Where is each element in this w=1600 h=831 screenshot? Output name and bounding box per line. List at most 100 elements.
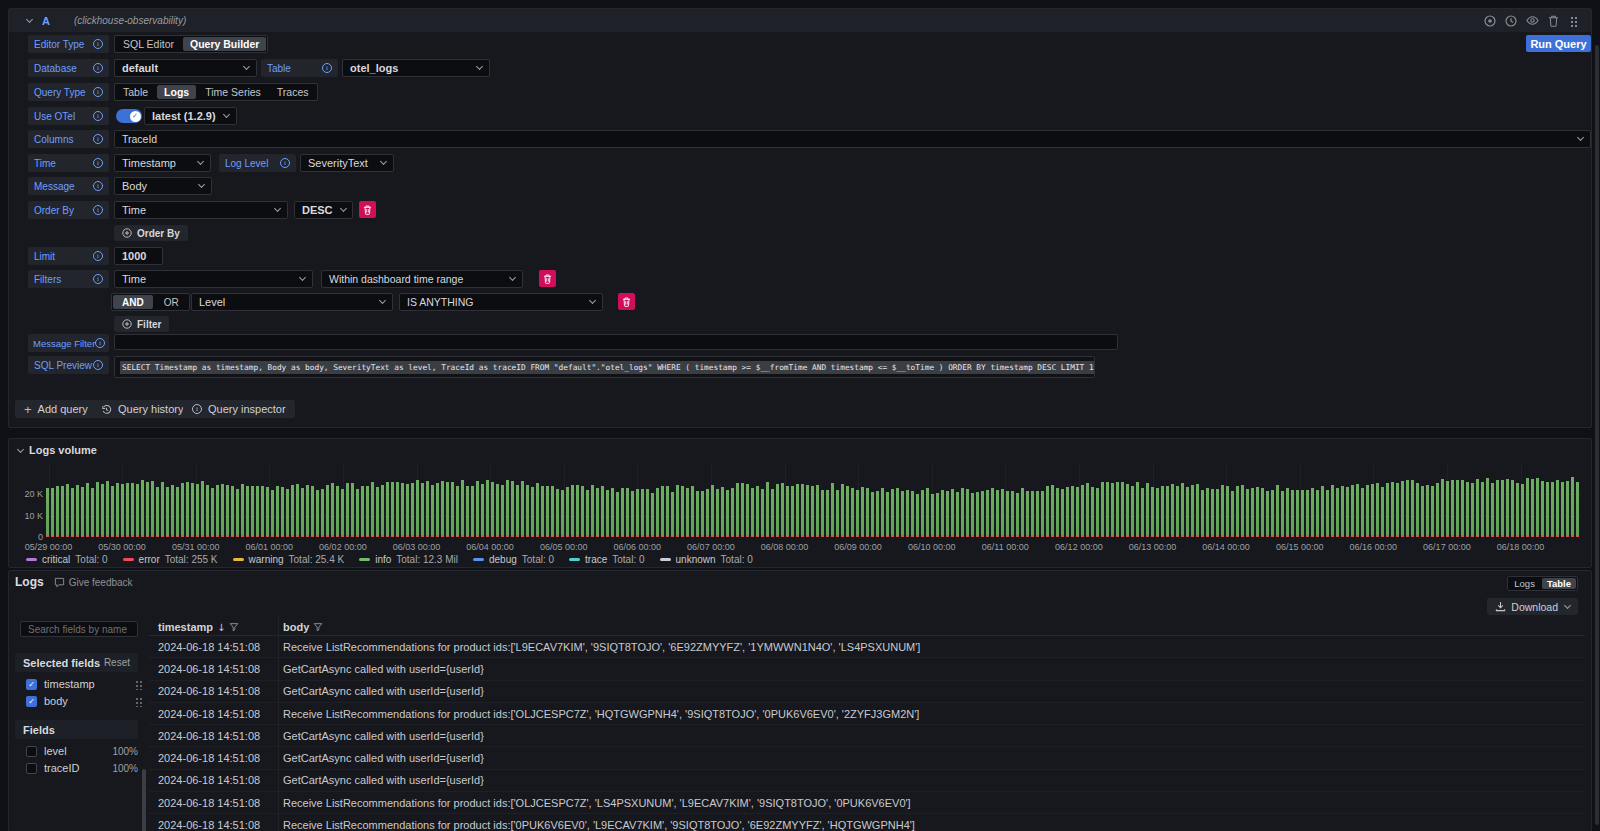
log-table-row[interactable]: 2024-06-18 14:51:08GetCartAsync called w… (149, 681, 1585, 703)
info-icon[interactable]: i (93, 39, 103, 49)
query-type-option-traces[interactable]: Traces (270, 85, 316, 99)
column-header-body[interactable]: body (283, 621, 309, 633)
query-type-option-table[interactable]: Table (116, 85, 155, 99)
field-level[interactable]: level100% (26, 745, 138, 757)
database-select[interactable]: default (114, 59, 257, 77)
message-filter-input[interactable] (114, 334, 1118, 350)
collapse-chevron-icon[interactable] (26, 16, 33, 23)
info-icon[interactable]: i (322, 63, 332, 73)
filter1-field-select[interactable]: Time (114, 270, 313, 288)
log-level-select[interactable]: SeverityText (300, 154, 394, 172)
remove-filter2-button[interactable] (618, 293, 635, 310)
add-filter-button[interactable]: Filter (114, 316, 169, 332)
selected-field-timestamp[interactable]: ✓timestamp (26, 678, 143, 690)
log-table-row[interactable]: 2024-06-18 14:51:08GetCartAsync called w… (149, 658, 1585, 680)
log-table-row[interactable]: 2024-06-18 14:51:08Receive ListRecommend… (149, 636, 1585, 658)
download-button[interactable]: Download (1487, 598, 1578, 615)
run-query-button[interactable]: Run Query (1526, 35, 1591, 52)
logs-volume-panel: Logs volume 010 K20 K05/29 00:0005/30 00… (8, 438, 1592, 568)
chevron-down-icon (223, 111, 230, 118)
filter-icon[interactable] (229, 622, 239, 632)
info-icon[interactable]: i (93, 360, 103, 370)
drag-handle-icon[interactable] (1567, 14, 1581, 28)
log-body-cell: GetCartAsync called with userId={userId} (278, 685, 484, 697)
legend-item-unknown[interactable]: unknownTotal: 0 (660, 554, 753, 565)
time-column-select[interactable]: Timestamp (114, 154, 211, 172)
legend-item-critical[interactable]: criticalTotal: 0 (26, 554, 108, 565)
sort-desc-icon[interactable]: ↓ (217, 622, 225, 633)
legend-item-warning[interactable]: warningTotal: 25.4 K (233, 554, 345, 565)
column-header-timestamp[interactable]: timestamp (158, 621, 213, 633)
history-icon[interactable] (1504, 14, 1518, 28)
eye-icon[interactable] (1525, 14, 1539, 28)
use-otel-toggle[interactable]: ✓ (116, 109, 142, 123)
drag-handle-icon[interactable] (135, 696, 143, 707)
columns-multiselect[interactable]: TraceId (114, 130, 1591, 148)
add-query-button[interactable]: +Add query (15, 400, 97, 418)
page-scrollbar[interactable] (1595, 45, 1599, 825)
logs-view-option-logs[interactable]: Logs (1509, 578, 1540, 589)
otel-version-select[interactable]: latest (1.2.9) (144, 107, 237, 125)
record-icon[interactable] (1483, 14, 1497, 28)
filter-join-option-and[interactable]: AND (113, 295, 153, 309)
checkbox-unchecked[interactable] (26, 763, 37, 774)
query-row-header[interactable]: A (clickhouse-observability) (9, 9, 1591, 32)
info-icon[interactable]: i (93, 134, 103, 144)
log-table-row[interactable]: 2024-06-18 14:51:08GetCartAsync called w… (149, 747, 1585, 769)
checkbox-checked[interactable]: ✓ (26, 679, 37, 690)
editor-type-option-query-builder[interactable]: Query Builder (183, 37, 266, 51)
order-by-field-select[interactable]: Time (114, 201, 288, 219)
columns-label: Columnsi (28, 130, 109, 148)
query-type-option-time-series[interactable]: Time Series (198, 85, 268, 99)
legend-item-error[interactable]: errorTotal: 255 K (123, 554, 218, 565)
drag-handle-icon[interactable] (135, 679, 143, 690)
info-icon[interactable]: i (93, 63, 103, 73)
sidebar-scrollbar[interactable] (142, 769, 146, 831)
add-order-by-button[interactable]: Order By (114, 225, 188, 241)
search-fields-input[interactable]: Search fields by name (20, 621, 138, 637)
filter-join-option-or[interactable]: OR (155, 295, 188, 309)
limit-input[interactable]: 1000 (114, 247, 163, 265)
delete-query-icon[interactable] (1546, 14, 1560, 28)
logs-view-option-table[interactable]: Table (1542, 578, 1576, 589)
message-column-select[interactable]: Body (114, 177, 212, 195)
query-inspector-button[interactable]: iQuery inspector (183, 400, 295, 418)
info-icon[interactable]: i (93, 111, 103, 121)
logs-volume-chart[interactable]: 010 K20 K05/29 00:0005/30 00:0005/31 00:… (9, 439, 1591, 567)
filter2-field-select[interactable]: Level (191, 293, 393, 311)
query-type-option-logs[interactable]: Logs (157, 85, 196, 99)
info-icon[interactable]: i (95, 338, 105, 348)
selected-field-body[interactable]: ✓body (26, 695, 143, 707)
info-icon[interactable]: i (93, 181, 103, 191)
checkbox-unchecked[interactable] (26, 746, 37, 757)
table-select[interactable]: otel_logs (342, 59, 490, 77)
reset-button[interactable]: Reset (104, 657, 130, 668)
field-traceID[interactable]: traceID100% (26, 762, 138, 774)
log-table-row[interactable]: 2024-06-18 14:51:08Receive ListRecommend… (149, 703, 1585, 725)
filter1-operator-select[interactable]: Within dashboard time range (321, 270, 523, 288)
info-icon[interactable]: i (93, 251, 103, 261)
filter-icon[interactable] (313, 622, 323, 632)
info-icon[interactable]: i (93, 274, 103, 284)
legend-item-debug[interactable]: debugTotal: 0 (473, 554, 554, 565)
info-icon[interactable]: i (93, 205, 103, 215)
checkbox-checked[interactable]: ✓ (26, 696, 37, 707)
query-history-button[interactable]: Query history (92, 400, 192, 418)
info-icon[interactable]: i (93, 87, 103, 97)
sql-preview-code[interactable]: SELECT Timestamp as timestamp, Body as b… (114, 356, 1095, 378)
log-table-row[interactable]: 2024-06-18 14:51:08GetCartAsync called w… (149, 770, 1585, 792)
legend-item-info[interactable]: infoTotal: 12.3 Mil (359, 554, 458, 565)
log-table-row[interactable]: 2024-06-18 14:51:08GetCartAsync called w… (149, 725, 1585, 747)
order-by-direction-select[interactable]: DESC (294, 201, 353, 219)
log-table-row[interactable]: 2024-06-18 14:51:08Receive ListRecommend… (149, 814, 1585, 831)
info-icon[interactable]: i (93, 158, 103, 168)
editor-type-option-sql-editor[interactable]: SQL Editor (116, 37, 181, 51)
log-table-row[interactable]: 2024-06-18 14:51:08Receive ListRecommend… (149, 792, 1585, 814)
legend-item-trace[interactable]: traceTotal: 0 (569, 554, 644, 565)
remove-order-by-button[interactable] (359, 201, 376, 218)
give-feedback-link[interactable]: Give feedback (54, 577, 133, 588)
filter2-operator-select[interactable]: IS ANYTHING (399, 293, 603, 311)
info-icon[interactable]: i (280, 158, 290, 168)
remove-filter1-button[interactable] (539, 270, 556, 287)
x-axis-tick: 06/11 00:00 (970, 542, 1040, 552)
